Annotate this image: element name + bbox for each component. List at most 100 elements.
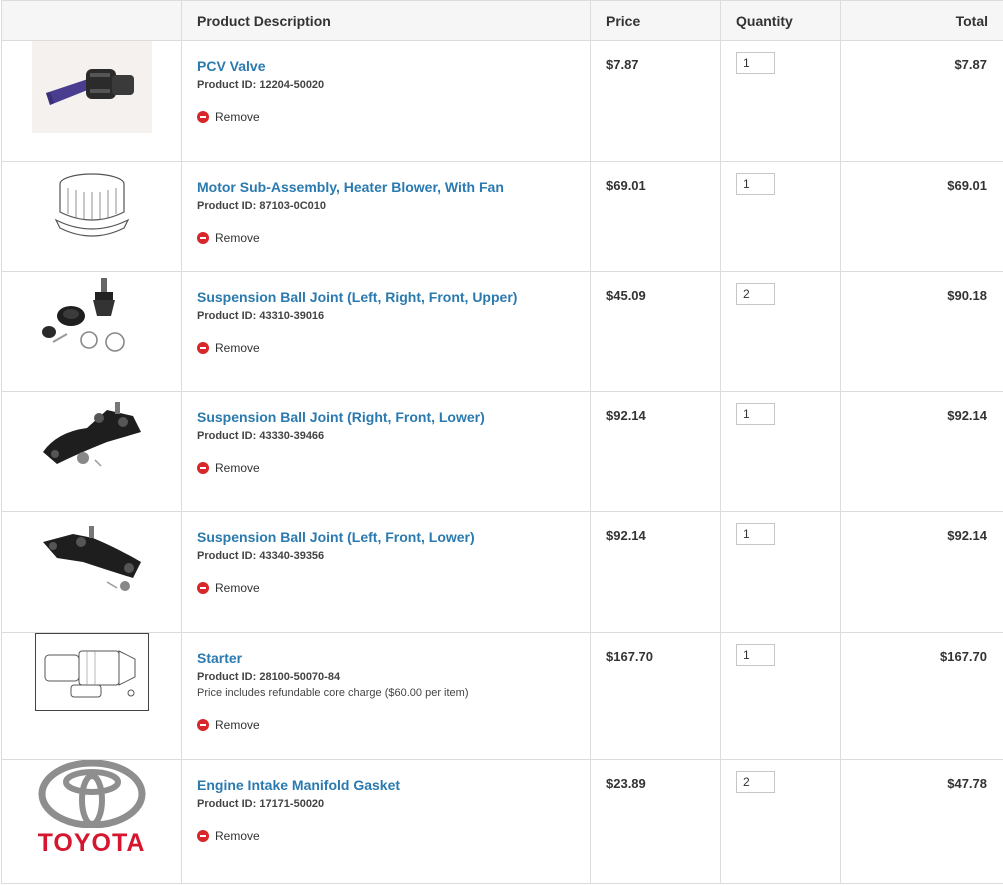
upper-ball-joint-image[interactable]: [37, 272, 147, 356]
quantity-input[interactable]: [736, 523, 775, 545]
total-cell: $69.01: [840, 161, 1003, 272]
product-name-link[interactable]: PCV Valve: [197, 57, 266, 75]
quantity-input[interactable]: [736, 283, 775, 305]
price-cell: $7.87: [590, 40, 721, 162]
remove-icon: [197, 111, 209, 123]
cart-row: Suspension Ball Joint (Left, Front, Lowe…: [1, 511, 1003, 633]
product-id: Product ID: 28100-50070-84: [197, 671, 341, 683]
total-cell: $167.70: [840, 632, 1003, 760]
core-charge-note: Price includes refundable core charge ($…: [197, 687, 469, 699]
remove-label: Remove: [215, 461, 260, 475]
product-name-link[interactable]: Suspension Ball Joint (Left, Right, Fron…: [197, 288, 517, 306]
remove-label: Remove: [215, 341, 260, 355]
product-image-cell: [1, 271, 182, 392]
product-name-link[interactable]: Suspension Ball Joint (Right, Front, Low…: [197, 408, 485, 426]
remove-label: Remove: [215, 231, 260, 245]
remove-label: Remove: [215, 829, 260, 843]
remove-icon: [197, 719, 209, 731]
price-cell: $92.14: [590, 391, 721, 512]
cart-row: Motor Sub-Assembly, Heater Blower, With …: [1, 161, 1003, 272]
cart-row: Starter Product ID: 28100-50070-84 Price…: [1, 632, 1003, 760]
quantity-input[interactable]: [736, 644, 775, 666]
remove-button[interactable]: Remove: [197, 718, 277, 732]
quantity-input[interactable]: [736, 403, 775, 425]
quantity-cell: [720, 632, 841, 760]
remove-button[interactable]: Remove: [197, 231, 277, 245]
product-name-link[interactable]: Motor Sub-Assembly, Heater Blower, With …: [197, 178, 504, 196]
remove-label: Remove: [215, 718, 260, 732]
quantity-input[interactable]: [736, 52, 775, 74]
header-product-description: Product Description: [181, 0, 591, 41]
header-image: [1, 0, 182, 41]
product-image-cell: [1, 511, 182, 633]
product-image-cell: TOYOTA: [1, 759, 182, 884]
remove-icon: [197, 232, 209, 244]
remove-button[interactable]: Remove: [197, 829, 277, 843]
product-name-link[interactable]: Engine Intake Manifold Gasket: [197, 776, 400, 794]
product-description-cell: Suspension Ball Joint (Left, Front, Lowe…: [181, 511, 591, 633]
remove-label: Remove: [215, 110, 260, 124]
product-description-cell: Suspension Ball Joint (Left, Right, Fron…: [181, 271, 591, 392]
quantity-cell: [720, 391, 841, 512]
remove-label: Remove: [215, 581, 260, 595]
total-cell: $7.87: [840, 40, 1003, 162]
product-id: Product ID: 43310-39016: [197, 310, 325, 322]
product-id: Product ID: 43340-39356: [197, 550, 325, 562]
lower-ball-joint-right-image[interactable]: [37, 392, 147, 476]
toyota-emblem-icon: [38, 760, 145, 828]
remove-icon: [197, 342, 209, 354]
cart-row: Suspension Ball Joint (Left, Right, Fron…: [1, 271, 1003, 392]
quantity-input[interactable]: [736, 173, 775, 195]
product-image-cell: [1, 391, 182, 512]
price-cell: $167.70: [590, 632, 721, 760]
header-price: Price: [590, 0, 721, 41]
product-id: Product ID: 43330-39466: [197, 430, 325, 442]
product-description-cell: Motor Sub-Assembly, Heater Blower, With …: [181, 161, 591, 272]
product-description-cell: Starter Product ID: 28100-50070-84 Price…: [181, 632, 591, 760]
remove-button[interactable]: Remove: [197, 110, 277, 124]
product-name-link[interactable]: Suspension Ball Joint (Left, Front, Lowe…: [197, 528, 475, 546]
header-quantity: Quantity: [720, 0, 841, 41]
cart-table: Product Description Price Quantity Total: [1, 0, 1003, 884]
remove-icon: [197, 582, 209, 594]
product-description-cell: Suspension Ball Joint (Right, Front, Low…: [181, 391, 591, 512]
product-image-cell: [1, 632, 182, 760]
toyota-wordmark: TOYOTA: [37, 829, 146, 857]
lower-ball-joint-left-image[interactable]: [37, 512, 147, 596]
remove-icon: [197, 462, 209, 474]
total-cell: $92.14: [840, 511, 1003, 633]
cart-row: TOYOTA Engine Intake Manifold Gasket Pro…: [1, 759, 1003, 884]
remove-button[interactable]: Remove: [197, 581, 277, 595]
blower-motor-drawing[interactable]: [52, 162, 132, 246]
toyota-logo[interactable]: TOYOTA: [2, 760, 181, 856]
starter-drawing[interactable]: [34, 633, 149, 711]
product-image-cell: [1, 161, 182, 272]
total-cell: $90.18: [840, 271, 1003, 392]
cart-row: Suspension Ball Joint (Right, Front, Low…: [1, 391, 1003, 512]
total-cell: $47.78: [840, 759, 1003, 884]
pcv-valve-image[interactable]: [31, 41, 152, 133]
product-image-cell: [1, 40, 182, 162]
price-cell: $45.09: [590, 271, 721, 392]
quantity-cell: [720, 511, 841, 633]
quantity-cell: [720, 271, 841, 392]
product-description-cell: Engine Intake Manifold Gasket Product ID…: [181, 759, 591, 884]
quantity-cell: [720, 161, 841, 272]
product-id: Product ID: 87103-0C010: [197, 200, 326, 212]
quantity-cell: [720, 759, 841, 884]
product-description-cell: PCV Valve Product ID: 12204-50020 Remove: [181, 40, 591, 162]
quantity-cell: [720, 40, 841, 162]
remove-button[interactable]: Remove: [197, 461, 277, 475]
remove-button[interactable]: Remove: [197, 341, 277, 355]
product-id: Product ID: 12204-50020: [197, 79, 325, 91]
remove-icon: [197, 830, 209, 842]
cart-row: PCV Valve Product ID: 12204-50020 Remove…: [1, 40, 1003, 162]
cart-header-row: Product Description Price Quantity Total: [1, 0, 1003, 41]
price-cell: $92.14: [590, 511, 721, 633]
product-id: Product ID: 17171-50020: [197, 798, 325, 810]
quantity-input[interactable]: [736, 771, 775, 793]
header-total: Total: [840, 0, 1003, 41]
product-name-link[interactable]: Starter: [197, 649, 242, 667]
total-cell: $92.14: [840, 391, 1003, 512]
price-cell: $23.89: [590, 759, 721, 884]
